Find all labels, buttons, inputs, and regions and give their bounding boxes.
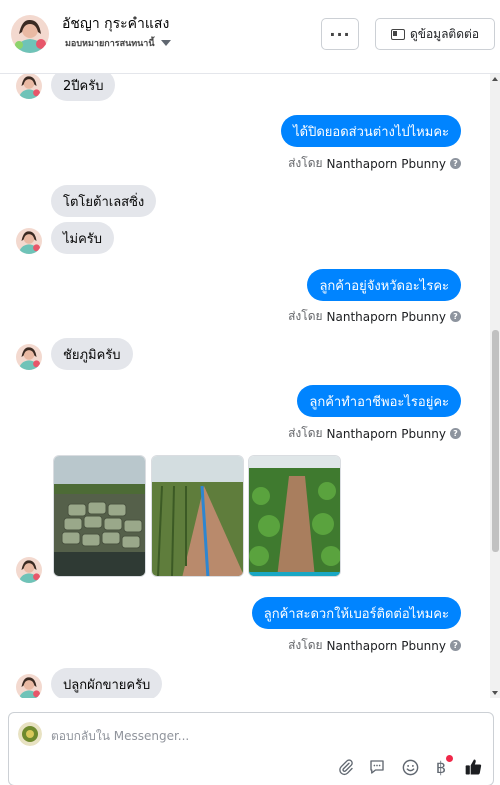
message-thread[interactable]: 2ปีครับ ได้ปิดยอดส่วนต่างไปไหมคะ ส่งโดย … [0, 74, 500, 698]
scroll-down-arrow[interactable] [492, 691, 498, 695]
sent-by-agent[interactable]: Nanthaporn Pbunny [327, 427, 446, 441]
contact-avatar-small [16, 674, 42, 698]
sent-by-agent[interactable]: Nanthaporn Pbunny [327, 639, 446, 653]
contact-avatar-small [16, 74, 42, 99]
scroll-up-arrow[interactable] [492, 77, 498, 81]
view-contact-info-button[interactable]: ดูข้อมูลติดต่อ [375, 18, 495, 50]
incoming-message: โตโยต้าเลสซิ่ง [51, 185, 157, 217]
incoming-message: ปลูกผักขายครับ [51, 668, 163, 698]
scroll-thumb[interactable] [492, 330, 499, 552]
conversation-header: อัชญา กุระคำแสง มอบหมายการสนทนานี้ ··· ด… [0, 0, 500, 74]
assign-conversation-label: มอบหมายการสนทนานี้ [65, 39, 155, 49]
help-icon[interactable]: ? [450, 428, 461, 439]
more-options-button[interactable]: ··· [321, 18, 359, 50]
incoming-message: 2ปีครับ [51, 74, 116, 101]
page-avatar [18, 722, 42, 746]
sent-by-agent[interactable]: Nanthaporn Pbunny [327, 310, 446, 324]
thread-scrollbar[interactable] [490, 74, 500, 698]
sent-by-agent[interactable]: Nanthaporn Pbunny [327, 157, 446, 171]
contact-avatar-small [16, 228, 42, 254]
contact-card-icon [390, 28, 405, 40]
help-icon[interactable]: ? [450, 158, 461, 169]
sent-by-prefix: ส่งโดย [288, 309, 323, 323]
sent-by-prefix: ส่งโดย [288, 426, 323, 440]
emoji-icon[interactable] [398, 755, 422, 779]
baht-symbol: ฿ [435, 757, 447, 777]
photo-irrigated-field[interactable] [151, 455, 244, 577]
sent-by-line: ส่งโดย Nanthaporn Pbunny ? [288, 636, 461, 655]
contact-avatar[interactable] [11, 15, 49, 53]
more-icon: ··· [329, 24, 351, 44]
view-contact-info-label: ดูข้อมูลติดต่อ [409, 26, 480, 41]
notification-dot [446, 755, 453, 762]
photo-cucumber-rows[interactable] [248, 455, 341, 577]
sent-by-line: ส่งโดย Nanthaporn Pbunny ? [288, 154, 461, 173]
sent-by-prefix: ส่งโดย [288, 638, 323, 652]
outgoing-message: ลูกค้าทำอาชีพอะไรอยู่คะ [297, 385, 461, 417]
baht-payment-icon[interactable]: ฿ [429, 755, 453, 779]
help-icon[interactable]: ? [450, 311, 461, 322]
sent-by-line: ส่งโดย Nanthaporn Pbunny ? [288, 307, 461, 326]
messenger-inbox-panel: อัชญา กุระคำแสง มอบหมายการสนทนานี้ ··· ด… [0, 0, 500, 785]
attachment-icon[interactable] [334, 755, 358, 779]
contact-name: อัชญา กุระคำแสง [62, 16, 170, 32]
assign-conversation-dropdown[interactable]: มอบหมายการสนทนานี้ [65, 36, 171, 50]
chevron-down-icon [160, 40, 171, 46]
contact-avatar-small [16, 557, 42, 583]
help-icon[interactable]: ? [450, 640, 461, 651]
reply-input[interactable] [51, 725, 471, 747]
outgoing-message: ลูกค้าอยู่จังหวัดอะไรคะ [307, 269, 461, 301]
reply-composer: ฿ [8, 712, 494, 785]
contact-avatar-small [16, 344, 42, 370]
outgoing-message: ลูกค้าสะดวกให้เบอร์ติดต่อไหมคะ [251, 597, 461, 629]
sent-by-prefix: ส่งโดย [288, 156, 323, 170]
sent-by-line: ส่งโดย Nanthaporn Pbunny ? [288, 424, 461, 443]
photo-fertilizer-bags[interactable] [53, 455, 146, 577]
thumbs-up-icon[interactable] [462, 755, 486, 779]
incoming-message: ไม่ครับ [51, 222, 115, 254]
saved-replies-icon[interactable] [365, 755, 389, 779]
incoming-message: ชัยภูมิครับ [51, 338, 133, 370]
outgoing-message: ได้ปิดยอดส่วนต่างไปไหมคะ [281, 115, 461, 147]
